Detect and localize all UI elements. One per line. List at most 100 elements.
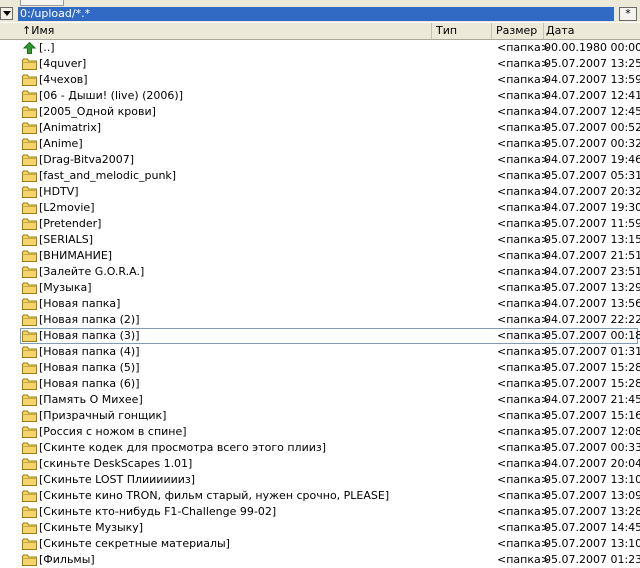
row-size: <папка> — [497, 377, 550, 390]
row-name: [Память О Михее] — [39, 393, 143, 406]
folder-icon — [22, 298, 37, 310]
column-date-header[interactable]: Дата — [544, 23, 640, 39]
path-field[interactable]: 0:/upload/*.* — [18, 7, 614, 21]
file-list-row[interactable]: [Новая папка (2)] <папка> 04.07.2007 22:22 — [20, 312, 640, 328]
row-date: 05.07.2007 13:10 — [544, 473, 640, 486]
file-list-row[interactable]: [Память О Михее] <папка> 04.07.2007 21:45 — [20, 392, 640, 408]
file-list-row[interactable]: [Новая папка (4)] <папка> 05.07.2007 01:31 — [20, 344, 640, 360]
file-list-row[interactable]: [Скиньте Музыку] <папка> 05.07.2007 14:45 — [20, 520, 640, 536]
row-name: [Скиньте LOST Плииииииз] — [39, 473, 196, 486]
file-list-row[interactable]: [Anime] <папка> 05.07.2007 00:32 — [20, 136, 640, 152]
file-list-row[interactable]: [Новая папка (3)] <папка> 05.07.2007 00:18 — [20, 328, 640, 344]
folder-icon — [22, 186, 37, 198]
row-date: 04.07.2007 21:45 — [544, 393, 640, 406]
file-list-row[interactable]: [HDTV] <папка> 04.07.2007 20:32 — [20, 184, 640, 200]
file-list-row[interactable]: [Скинте кодек для просмотра всего этого … — [20, 440, 640, 456]
folder-icon — [22, 330, 37, 342]
path-bar: 0:/upload/*.* * — [0, 6, 640, 22]
row-name: [Залейте G.O.R.A.] — [39, 265, 145, 278]
row-date: 04.07.2007 12:41 — [544, 89, 640, 102]
folder-icon — [22, 346, 37, 358]
file-list-row[interactable]: [Animatrix] <папка> 05.07.2007 00:52 — [20, 120, 640, 136]
file-list-row[interactable]: [Залейте G.O.R.A.] <папка> 04.07.2007 23:5… — [20, 264, 640, 280]
row-date: 05.07.2007 12:08 — [544, 425, 640, 438]
row-size: <папка> — [497, 505, 550, 518]
file-list-row[interactable]: [Новая папка (6)] <папка> 05.07.2007 15:28 — [20, 376, 640, 392]
row-date: 05.07.2007 11:59 — [544, 217, 640, 230]
row-size: <папка> — [497, 121, 550, 134]
file-list-row[interactable]: [Музыка] <папка> 05.07.2007 13:29 — [20, 280, 640, 296]
folder-icon — [22, 218, 37, 230]
row-name: [Новая папка (3)] — [39, 329, 140, 342]
folder-icon — [22, 506, 37, 518]
row-size: <папка> — [497, 409, 550, 422]
file-list-row[interactable]: [Призрачный гонщик] <папка> 05.07.2007 15:… — [20, 408, 640, 424]
row-name: [Россия с ножом в спине] — [39, 425, 187, 438]
row-name: [Новая папка] — [39, 297, 121, 310]
file-list-row[interactable]: [Скиньте кто-нибудь F1-Challenge 99-02] <… — [20, 504, 640, 520]
column-header: ↑Имя Тип Размер Дата — [0, 23, 640, 40]
row-name: [Призрачный гонщик] — [39, 409, 167, 422]
file-list-row[interactable]: [Скиньте LOST Плииииииз] <папка> 05.07.200… — [20, 472, 640, 488]
folder-icon — [22, 138, 37, 150]
folder-icon — [22, 458, 37, 470]
column-size-header[interactable]: Размер — [492, 23, 544, 39]
row-size: <папка> — [497, 169, 550, 182]
file-list-row[interactable]: [Новая папка] <папка> 04.07.2007 13:56 — [20, 296, 640, 312]
row-size: <папка> — [497, 233, 550, 246]
row-date: 04.07.2007 22:22 — [544, 313, 640, 326]
row-date: 05.07.2007 00:18 — [544, 329, 640, 342]
file-list-row[interactable]: [L2movie] <папка> 04.07.2007 19:30 — [20, 200, 640, 216]
folder-icon — [22, 442, 37, 454]
file-list-row[interactable]: [4quver] <папка> 05.07.2007 13:25 — [20, 56, 640, 72]
row-size: <папка> — [497, 41, 550, 54]
row-name: [Новая папка (6)] — [39, 377, 140, 390]
file-list-row[interactable]: [06 - Дыши! (live) (2006)] <папка> 04.07.2… — [20, 88, 640, 104]
row-size: <папка> — [497, 153, 550, 166]
row-date: 05.07.2007 00:52 — [544, 121, 640, 134]
file-list-row[interactable]: [Россия с ножом в спине] <папка> 05.07.200… — [20, 424, 640, 440]
row-name: [4чехов] — [39, 73, 88, 86]
file-list-row[interactable]: [SERIALS] <папка> 05.07.2007 13:15 — [20, 232, 640, 248]
row-size: <папка> — [497, 441, 550, 454]
file-list-row[interactable]: [Drag-Bitva2007] <папка> 04.07.2007 19:46 — [20, 152, 640, 168]
file-list-row[interactable]: [Скиньте секретные материалы] <папка> 05.0… — [20, 536, 640, 552]
folder-icon — [22, 58, 37, 70]
row-date: 05.07.2007 15:28 — [544, 361, 640, 374]
folder-icon — [22, 362, 37, 374]
row-name: [SERIALS] — [39, 233, 94, 246]
column-name-header[interactable]: ↑Имя — [20, 23, 432, 39]
row-date: 04.07.2007 20:32 — [544, 185, 640, 198]
column-type-header[interactable]: Тип — [432, 23, 492, 39]
row-name: [Скинте кодек для просмотра всего этого … — [39, 441, 327, 454]
row-date: 04.07.2007 19:46 — [544, 153, 640, 166]
row-date: 05.07.2007 13:09 — [544, 489, 640, 502]
row-date: 04.07.2007 23:51 — [544, 265, 640, 278]
filter-button[interactable]: * — [619, 7, 637, 21]
row-name: [HDTV] — [39, 185, 79, 198]
row-size: <папка> — [497, 89, 550, 102]
file-list-row[interactable]: [2005_Одной крови] <папка> 04.07.2007 12:4… — [20, 104, 640, 120]
row-date: 05.07.2007 05:31 — [544, 169, 640, 182]
file-list-row[interactable]: [4чехов] <папка> 04.07.2007 13:59 — [20, 72, 640, 88]
row-size: <папка> — [497, 345, 550, 358]
row-size: <папка> — [497, 393, 550, 406]
file-list-row[interactable]: [Новая папка (5)] <папка> 05.07.2007 15:28 — [20, 360, 640, 376]
row-date: 05.07.2007 15:28 — [544, 377, 640, 390]
row-size: <папка> — [497, 313, 550, 326]
file-list-row[interactable]: [Pretender] <папка> 05.07.2007 11:59 — [20, 216, 640, 232]
row-name: [L2movie] — [39, 201, 95, 214]
folder-icon — [22, 154, 37, 166]
file-list-row[interactable]: [Скиньте кино TRON, фильм старый, нужен … — [20, 488, 640, 504]
drive-dropdown-button[interactable] — [0, 7, 13, 20]
file-list-row[interactable]: [..] <папка> 00.00.1980 00:00 — [20, 40, 640, 56]
row-size: <папка> — [497, 217, 550, 230]
file-list-row[interactable]: [скиньте DeskScapes 1.01] <папка> 04.07.20… — [20, 456, 640, 472]
row-name: [Новая папка (5)] — [39, 361, 140, 374]
row-date: 04.07.2007 13:59 — [544, 73, 640, 86]
row-date: 05.07.2007 15:16 — [544, 409, 640, 422]
folder-icon — [22, 474, 37, 486]
row-size: <папка> — [497, 281, 550, 294]
file-list-row[interactable]: [fast_and_melodic_punk] <папка> 05.07.2007… — [20, 168, 640, 184]
file-list-row[interactable]: [ВНИМАНИЕ] <папка> 04.07.2007 21:51 — [20, 248, 640, 264]
